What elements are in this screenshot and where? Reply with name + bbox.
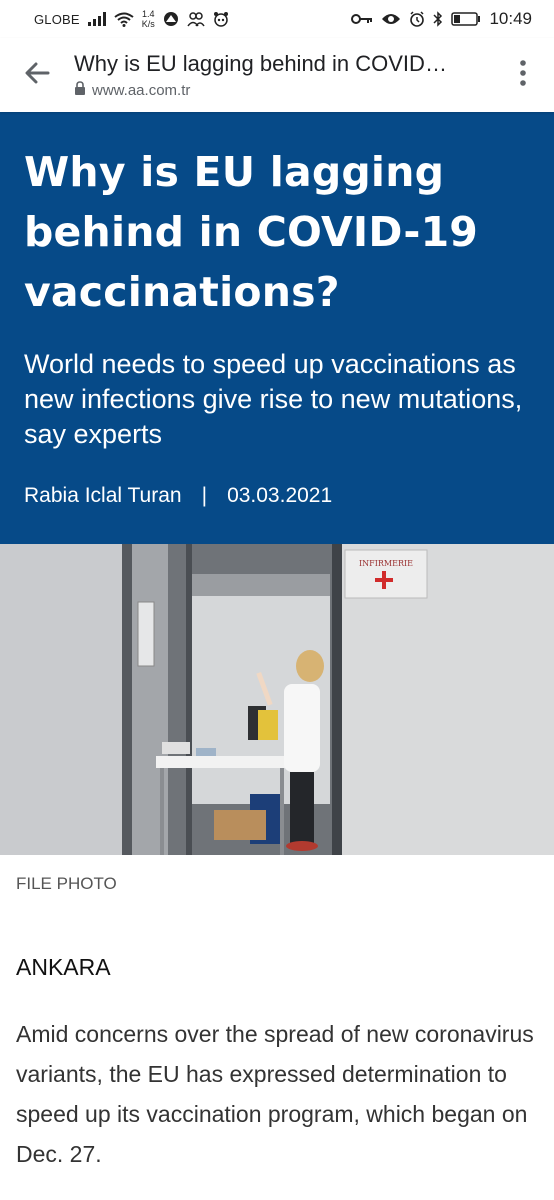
photo-caption: FILE PHOTO <box>16 874 117 893</box>
clock: 10:49 <box>489 9 532 28</box>
wifi-icon <box>114 12 134 27</box>
notification-app-icon <box>163 11 179 27</box>
arrow-left-icon <box>24 62 50 89</box>
author-name[interactable]: Rabia Iclal Turan <box>24 484 182 508</box>
more-vert-icon <box>520 59 526 91</box>
back-button[interactable] <box>0 38 74 112</box>
infirmerie-sign: INFIRMERIE <box>359 559 413 568</box>
article-headline: Why is EU lagging behind in COVID-19 vac… <box>24 148 479 316</box>
eye-icon <box>381 12 401 26</box>
url-display: www.aa.com.tr <box>74 81 492 99</box>
battery-icon <box>451 12 481 26</box>
article-photo: INFIRMERIE <box>0 544 554 855</box>
net-speed-unit: K/s <box>141 19 155 29</box>
browser-toolbar: Why is EU lagging behind in COVID-19 vac… <box>0 38 554 112</box>
url-text: www.aa.com.tr <box>92 81 191 99</box>
photo-illustration: INFIRMERIE <box>0 544 554 855</box>
lock-icon <box>74 81 86 99</box>
signal-icon <box>87 12 106 26</box>
net-speed: 1.4 K/s <box>142 9 155 29</box>
publish-date: 03.03.2021 <box>227 484 333 507</box>
article-hero: Why is EU lagging behind in COVID-19 vac… <box>0 112 554 544</box>
overflow-menu-button[interactable] <box>492 38 554 112</box>
article-dateline: ANKARA <box>16 954 111 980</box>
status-bar: GLOBE 1.4 K/s 10:49 <box>0 0 554 38</box>
page-title: Why is EU lagging behind in COVID-19 vac… <box>74 51 454 76</box>
panda-icon <box>213 11 229 27</box>
byline: Rabia Iclal Turan | 03.03.2021 <box>24 484 530 508</box>
status-right: 10:49 <box>351 9 532 29</box>
toolbar-text: Why is EU lagging behind in COVID-19 vac… <box>74 51 492 99</box>
article-body-paragraph: Amid concerns over the spread of new cor… <box>16 1021 534 1167</box>
byline-separator: | <box>201 484 208 507</box>
carrier-label: GLOBE <box>34 11 80 27</box>
bluetooth-icon <box>433 11 443 27</box>
article-subheadline: World needs to speed up vaccinations as … <box>24 349 523 449</box>
alarm-icon <box>409 11 425 27</box>
status-left: GLOBE 1.4 K/s <box>34 9 229 29</box>
people-icon <box>187 11 205 27</box>
key-icon <box>351 13 373 25</box>
net-speed-value: 1.4 <box>142 9 155 19</box>
